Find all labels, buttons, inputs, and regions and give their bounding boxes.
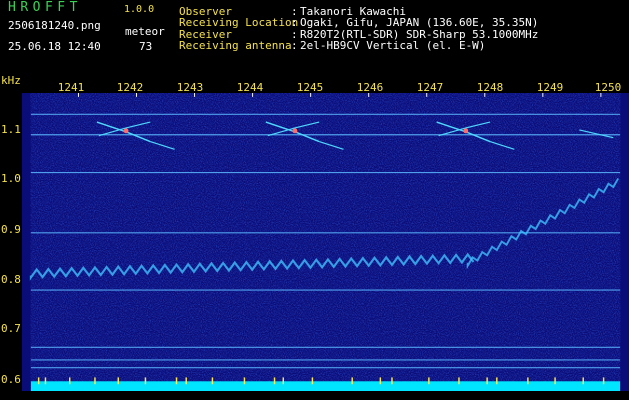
detection-mode: meteor (125, 25, 165, 38)
y-tick-label: 0.8 (1, 273, 21, 286)
observation-datetime: 25.06.18 12:40 (8, 40, 101, 53)
spectrogram (22, 93, 629, 391)
antenna-label: Receiving antenna (179, 39, 292, 52)
y-axis-unit: kHz (1, 74, 21, 87)
meteor-head (292, 128, 298, 134)
y-tick-label: 0.7 (1, 322, 21, 335)
antenna-value: 2el-HB9CV Vertical (el. E-W) (300, 39, 486, 52)
y-tick-label: 0.9 (1, 223, 21, 236)
meteor-head (463, 128, 469, 134)
noise-texture (30, 93, 621, 391)
hrofft-window: HROFFT 1.0.0 2506181240.png meteor 25.06… (0, 0, 629, 400)
info-header: HROFFT 1.0.0 2506181240.png meteor 25.06… (0, 0, 629, 75)
y-tick-label: 1.1 (1, 123, 21, 136)
meteor-count: 73 (139, 40, 153, 53)
meteor-head (123, 128, 129, 134)
app-title: HROFFT (8, 0, 82, 15)
y-tick-label: 0.6 (1, 373, 21, 386)
antenna-colon: : (291, 39, 298, 52)
bottom-band (30, 381, 621, 391)
y-tick-label: 1.0 (1, 172, 21, 185)
app-version: 1.0.0 (124, 4, 155, 15)
image-filename: 2506181240.png (8, 19, 101, 32)
